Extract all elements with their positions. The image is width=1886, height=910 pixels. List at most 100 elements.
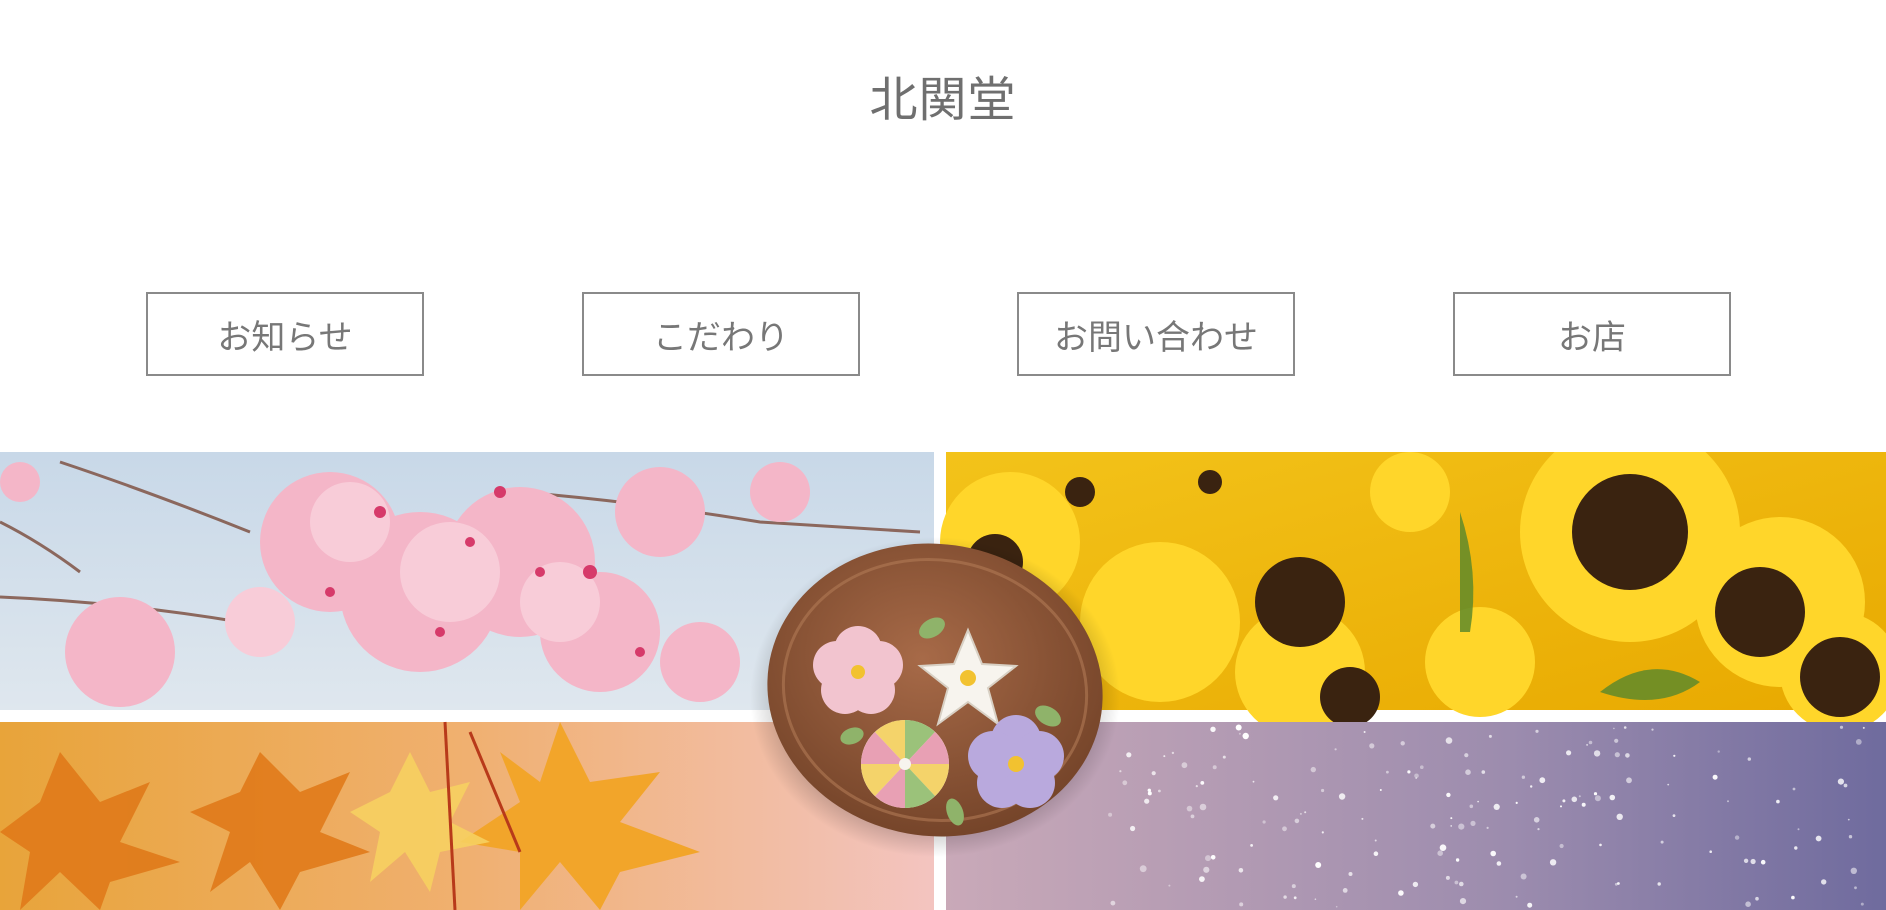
sparkle-dot [1566, 750, 1572, 756]
sparkle-dot [1470, 820, 1476, 826]
sparkle-dot [1747, 757, 1752, 761]
sparkle-dot [1291, 884, 1296, 889]
site-title: 北関堂 [869, 72, 1017, 128]
sparkle-dot [1515, 895, 1518, 898]
nav-button-commitment[interactable]: こだわり [582, 292, 860, 376]
sparkle-dot [1760, 859, 1766, 865]
nav-button-shop[interactable]: お店 [1453, 292, 1731, 376]
sparkle-dot [1815, 835, 1822, 842]
sparkle-dot [1593, 792, 1598, 796]
sparkle-dot [1797, 828, 1800, 831]
sparkle-dot [1144, 798, 1150, 804]
sparkle-dot [1158, 789, 1161, 793]
sparkle-dot [1210, 855, 1216, 860]
sparkle-dot [1855, 739, 1862, 745]
sparkle-dot [1745, 901, 1751, 907]
sparkle-dot [1776, 799, 1780, 804]
sparkle-dot [1139, 865, 1147, 873]
sparkle-dot [1488, 734, 1492, 738]
sparkle-dot [1238, 868, 1244, 873]
sparkle-dot [1486, 826, 1489, 829]
sparkle-dot [1848, 835, 1853, 839]
sparkle-dot [1821, 879, 1827, 885]
sparkle-dot [1310, 766, 1317, 773]
sparkle-dot [1205, 855, 1211, 862]
sparkle-dot [1581, 802, 1586, 807]
sparkle-dot [1407, 770, 1411, 774]
sparkle-dot [1755, 896, 1759, 901]
sparkle-dot [1537, 828, 1540, 831]
sparkle-dot [1743, 858, 1749, 863]
sparkle-dot [1293, 896, 1297, 900]
sparkle-dot [1110, 900, 1116, 906]
sparkle-dot [1481, 770, 1486, 774]
sparkle-dot [1119, 770, 1122, 773]
sparkle-dot [1273, 795, 1279, 801]
sparkle-dot [1626, 777, 1632, 784]
sparkle-dot [1108, 812, 1113, 817]
sparkle-dot [1560, 805, 1562, 808]
sparkle-dot [1533, 817, 1540, 823]
sparkle-dot [1242, 732, 1249, 740]
sparkle-dot [1734, 835, 1740, 840]
sparkle-dot [1299, 812, 1302, 815]
sparkle-dot [1199, 803, 1207, 811]
sparkle-dot [1559, 843, 1564, 849]
sparkle-dot [1130, 825, 1136, 832]
nav-button-contact[interactable]: お問い合わせ [1017, 292, 1295, 376]
sparkle-dot [1850, 867, 1858, 874]
sparkle-dot [1521, 775, 1526, 779]
sparkle-dot [1750, 858, 1756, 865]
sparkle-dot [1379, 789, 1382, 791]
sparkle-dot [1623, 726, 1627, 729]
sparkle-dot [1200, 781, 1205, 785]
sparkle-dot [1469, 804, 1474, 809]
sparkle-dot [1837, 778, 1844, 785]
sparkle-dot [1439, 844, 1447, 851]
sparkle-dot [1238, 732, 1241, 735]
sparkle-dot [1709, 850, 1712, 853]
sparkle-dot [1672, 814, 1676, 817]
sparkle-dot [1450, 825, 1452, 827]
sparkle-dot [1477, 800, 1479, 803]
sparkle-dot [1199, 876, 1205, 882]
sparkle-dot [1586, 743, 1589, 746]
sparkle-dot [1464, 753, 1469, 758]
sparkle-dot [1490, 850, 1496, 857]
sparkle-dot [1445, 737, 1453, 744]
sparkle-dot [1412, 881, 1419, 888]
sparkle-dot [1450, 817, 1453, 820]
nav-button-news[interactable]: お知らせ [146, 292, 424, 376]
sparkle-dot [1400, 741, 1405, 746]
sparkle-dot [1794, 846, 1798, 850]
sparkle-dot [1163, 755, 1166, 758]
sparkle-dot [1599, 843, 1602, 847]
sparkle-dot [1195, 785, 1198, 788]
sparkle-dot [1282, 826, 1287, 832]
sparkle-dot [1437, 850, 1443, 856]
sparkle-dot [1414, 773, 1419, 779]
sparkle-dot [1625, 753, 1630, 758]
sparkle-dot [1315, 862, 1322, 868]
sparkle-dot [1252, 780, 1255, 783]
sparkle-dot [1250, 844, 1253, 847]
sparkle-dot [1361, 817, 1364, 820]
sparkle-dot [1454, 880, 1459, 885]
sparkle-dot [1613, 727, 1615, 730]
sparkle-dot [1717, 750, 1720, 753]
sparkle-dot [1593, 750, 1601, 757]
sparkle-dot [1530, 785, 1533, 788]
sparkle-dot [1430, 823, 1436, 829]
sparkle-dot [1314, 898, 1317, 900]
sparkle-dot [1445, 875, 1450, 880]
sparkle-dot [1588, 740, 1593, 745]
sparkle-dot [1181, 762, 1188, 769]
sparkle-dot [1348, 872, 1353, 876]
sparkle-dot [1496, 861, 1502, 866]
sparkle-dot [1712, 774, 1718, 780]
sparkle-dot [1459, 898, 1467, 905]
sparkle-dot [1386, 770, 1389, 774]
sparkle-dot [1222, 755, 1226, 759]
sparkle-dot [1446, 792, 1451, 798]
sparkle-dot [1342, 888, 1348, 893]
